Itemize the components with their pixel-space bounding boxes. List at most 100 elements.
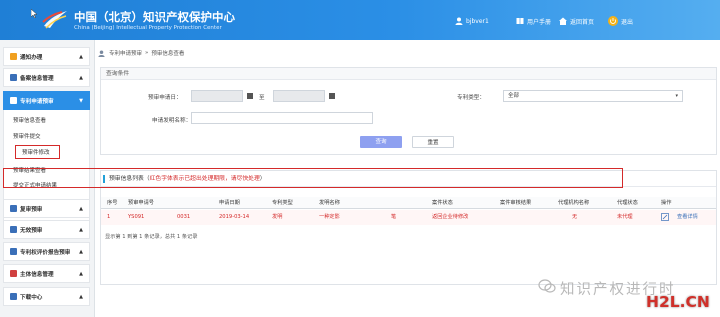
- sidebar-menu-label: 主体信息管理: [20, 271, 54, 278]
- col-header: 申请日期: [219, 200, 240, 206]
- user-manual-label: 用户手册: [527, 18, 552, 26]
- sidebar-menu-label: 无效预审: [20, 227, 43, 234]
- breadcrumb: 专利申请预审 » 预审信息查看: [98, 49, 184, 57]
- sidebar-menu-label: 复审预审: [20, 206, 43, 213]
- date-end-input[interactable]: [273, 90, 325, 102]
- user-name: bjbver1: [466, 17, 489, 25]
- search-panel: 查询条件 预审申请日： 至 专利类型： 全部 ▾ 申请发明名称： 查询 重置: [100, 67, 717, 155]
- site-title: 中国（北京）知识产权保护中心: [74, 10, 235, 24]
- breadcrumb-parent[interactable]: 专利申请预审: [109, 49, 142, 57]
- file-icon: [10, 97, 17, 104]
- col-header: 案件状态: [432, 200, 453, 206]
- sidebar-menu-entity[interactable]: 主体信息管理 ▲: [3, 264, 90, 283]
- col-header: 序号: [107, 200, 118, 206]
- user-icon: [10, 270, 17, 277]
- sidebar-menu-patent-pretrial[interactable]: 专利申请预审 ▼: [3, 91, 90, 110]
- logout-link[interactable]: 退出: [608, 15, 633, 27]
- cell-name-b: 笔: [391, 214, 397, 220]
- col-header: 专利类型: [272, 200, 293, 206]
- download-icon: [10, 293, 17, 300]
- user-manual-link[interactable]: 用户手册: [516, 15, 551, 27]
- chevron-down-icon: ▼: [79, 98, 83, 104]
- breadcrumb-separator: »: [145, 50, 149, 56]
- date-label: 预审申请日：: [148, 95, 182, 101]
- bell-icon: [10, 53, 17, 60]
- sidebar-menu-label: 备案信息管理: [20, 75, 54, 82]
- doc-icon: [10, 205, 17, 212]
- col-header: 操作: [661, 200, 672, 206]
- doc-icon: [10, 226, 17, 233]
- patent-type-select[interactable]: 全部 ▾: [503, 90, 683, 102]
- top-header: 中国（北京）知识产权保护中心 China (Beijing) Intellect…: [0, 0, 720, 40]
- mouse-cursor-icon: [31, 9, 37, 18]
- power-icon: [608, 16, 618, 26]
- cell-date: 2019-03-14: [219, 214, 250, 220]
- invention-name-input[interactable]: [191, 112, 373, 124]
- chevron-up-icon: ▲: [79, 54, 83, 60]
- date-to-label: 至: [259, 95, 265, 101]
- sidebar-menu-download[interactable]: 下载中心 ▲: [3, 287, 90, 306]
- sidebar-menu-label: 专利申请预审: [20, 98, 54, 105]
- submenu-item-view[interactable]: 预审信息查看: [13, 116, 46, 124]
- cell-name-a: 一种定影: [319, 214, 340, 220]
- table-row[interactable]: 1 YS091 0031 2019-03-14 发明 一种定影 笔 返回企业待修…: [101, 210, 716, 225]
- site-subtitle: China (Beijing) Intellectual Property Pr…: [74, 25, 222, 31]
- cell-no: 1: [107, 214, 111, 220]
- chevron-up-icon: ▲: [79, 249, 83, 255]
- chevron-up-icon: ▲: [79, 271, 83, 277]
- wechat-icon: [538, 279, 556, 293]
- sidebar-menu-invalid[interactable]: 无效预审 ▲: [3, 220, 90, 239]
- sidebar-menu-label: 通知办理: [20, 54, 43, 61]
- sidebar-menu-evaluation[interactable]: 专利权评价报告预审 ▲: [3, 242, 90, 261]
- watermark: 知识产权进行时 H2L.CN: [500, 270, 720, 317]
- patent-type-label: 专利类型：: [457, 95, 485, 101]
- sidebar-menu-label: 专利权评价报告预审: [20, 249, 71, 256]
- reset-button[interactable]: 重置: [412, 136, 454, 148]
- user-icon: [455, 17, 463, 25]
- submenu-item-modify[interactable]: 预审件修改: [15, 145, 60, 159]
- sidebar-menu-notice[interactable]: 通知办理 ▲: [3, 47, 90, 66]
- doc-icon: [10, 248, 17, 255]
- user-icon: [98, 49, 105, 57]
- logout-label: 退出: [621, 18, 634, 26]
- chevron-up-icon: ▲: [79, 206, 83, 212]
- edit-icon[interactable]: [661, 213, 669, 221]
- chevron-up-icon: ▲: [79, 75, 83, 81]
- cell-app-no-a: YS091: [128, 214, 145, 220]
- table-header: 序号 预审申请号 申请日期 专利类型 发明名称 案件状态 案件审核结果 代理机构…: [101, 197, 716, 209]
- book-icon: [516, 18, 524, 24]
- sidebar-menu-reexam[interactable]: 复审预审 ▲: [3, 199, 90, 218]
- submenu-item-submit[interactable]: 预审件提交: [13, 132, 41, 140]
- search-panel-title: 查询条件: [101, 68, 716, 80]
- invention-name-label: 申请发明名称：: [152, 118, 192, 124]
- sidebar-menu-label: 下载中心: [20, 294, 43, 301]
- pagination-info: 显示第 1 到第 1 条记录，总共 1 条记录: [105, 234, 198, 240]
- cell-app-no-b: 0031: [177, 214, 191, 220]
- breadcrumb-current: 预审信息查看: [151, 51, 185, 57]
- cell-status: 返回企业待修改: [432, 214, 469, 220]
- watermark-logo: H2L.CN: [646, 293, 710, 311]
- chevron-up-icon: ▲: [79, 227, 83, 233]
- cell-agent-status: 未代理: [617, 214, 633, 220]
- calendar-icon[interactable]: [329, 93, 335, 99]
- user-menu[interactable]: bjbver1: [455, 15, 489, 27]
- highlight-box: [3, 168, 623, 188]
- calendar-icon[interactable]: [247, 93, 253, 99]
- col-header: 代理机构名称: [558, 200, 590, 206]
- cell-agency: 无: [572, 214, 578, 220]
- cell-type: 发明: [272, 214, 283, 220]
- date-start-input[interactable]: [191, 90, 243, 102]
- patent-type-value: 全部: [508, 93, 520, 99]
- center-logo-icon: [42, 11, 67, 29]
- home-link[interactable]: 返回首页: [559, 15, 594, 27]
- chevron-down-icon: ▾: [675, 93, 678, 99]
- col-header: 发明名称: [319, 200, 340, 206]
- chevron-up-icon: ▲: [79, 294, 83, 300]
- home-label: 返回首页: [570, 18, 595, 26]
- col-header: 代理状态: [617, 200, 638, 206]
- sidebar-menu-filing[interactable]: 备案信息管理 ▲: [3, 68, 90, 87]
- query-button[interactable]: 查询: [360, 136, 402, 148]
- view-detail-link[interactable]: 查看详情: [677, 210, 698, 225]
- home-icon: [559, 17, 567, 25]
- folder-icon: [10, 74, 17, 81]
